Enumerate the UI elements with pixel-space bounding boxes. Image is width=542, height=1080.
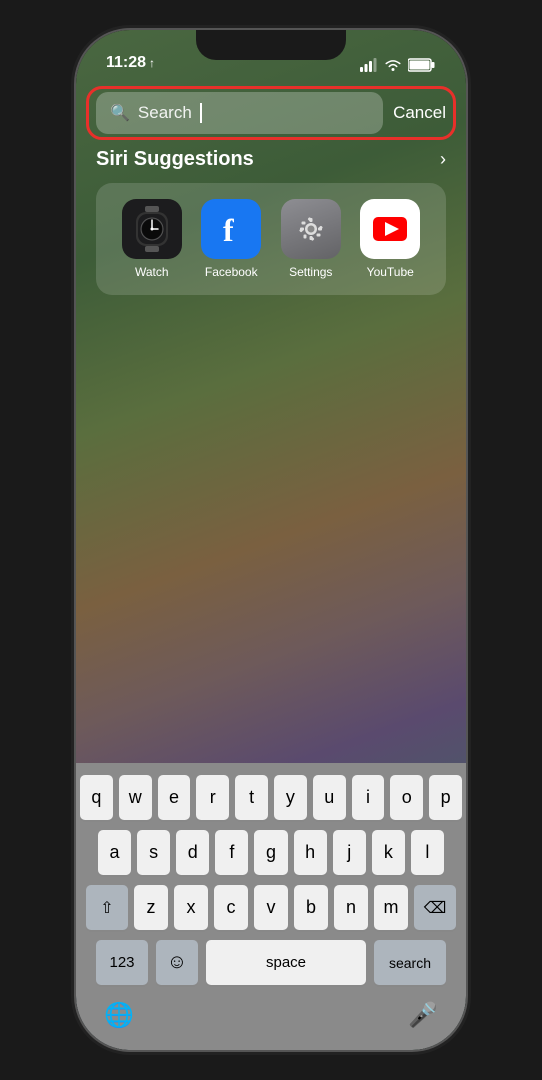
keyboard-row-5: 🌐 🎤 [80, 995, 462, 1030]
watch-app-icon [122, 199, 182, 259]
status-time: 11:28 ↑ [106, 54, 155, 72]
keyboard-row-4: 123 ☺ space search [80, 940, 462, 985]
search-input-placeholder[interactable]: Search [138, 103, 192, 123]
siri-suggestions-title: Siri Suggestions [96, 148, 254, 171]
location-arrow-icon: ↑ [149, 56, 155, 70]
phone-screen: 11:28 ↑ [76, 30, 466, 1050]
key-q[interactable]: q [80, 775, 113, 820]
app-item-youtube[interactable]: YouTube [354, 199, 426, 279]
status-icons [360, 58, 436, 72]
key-w[interactable]: w [119, 775, 152, 820]
key-z[interactable]: z [134, 885, 168, 930]
siri-app-grid: Watch f Facebook [96, 183, 446, 295]
keyboard-row-1: q w e r t y u i o p [80, 775, 462, 820]
key-b[interactable]: b [294, 885, 328, 930]
emoji-key[interactable]: ☺ [156, 940, 198, 985]
keyboard-row-3: ⇧ z x c v b n m ⌫ [80, 885, 462, 930]
key-x[interactable]: x [174, 885, 208, 930]
space-key[interactable]: space [206, 940, 366, 985]
facebook-app-label: Facebook [205, 265, 258, 279]
key-u[interactable]: u [313, 775, 346, 820]
delete-key[interactable]: ⌫ [414, 885, 456, 930]
key-r[interactable]: r [196, 775, 229, 820]
space-label: space [266, 954, 306, 971]
key-l[interactable]: l [411, 830, 444, 875]
key-j[interactable]: j [333, 830, 366, 875]
key-k[interactable]: k [372, 830, 405, 875]
facebook-app-icon: f [201, 199, 261, 259]
siri-more-chevron[interactable]: › [440, 149, 446, 170]
key-f[interactable]: f [215, 830, 248, 875]
key-s[interactable]: s [137, 830, 170, 875]
facebook-icon-graphic: f [211, 209, 251, 249]
wifi-icon [384, 58, 402, 72]
key-c[interactable]: c [214, 885, 248, 930]
mic-key[interactable]: 🎤 [408, 1001, 438, 1030]
number-key[interactable]: 123 [96, 940, 148, 985]
settings-icon-graphic [292, 210, 330, 248]
settings-app-icon [281, 199, 341, 259]
num-label: 123 [109, 954, 134, 971]
key-p[interactable]: p [429, 775, 462, 820]
search-magnifier-icon: 🔍 [110, 103, 130, 123]
youtube-icon-graphic [369, 213, 411, 245]
app-item-facebook[interactable]: f Facebook [195, 199, 267, 279]
watch-icon-graphic [132, 206, 172, 252]
key-o[interactable]: o [390, 775, 423, 820]
app-item-settings[interactable]: Settings [275, 199, 347, 279]
watch-app-label: Watch [135, 265, 169, 279]
cancel-button[interactable]: Cancel [393, 103, 446, 123]
youtube-app-label: YouTube [367, 265, 414, 279]
youtube-app-icon [360, 199, 420, 259]
search-label: search [389, 955, 431, 971]
key-e[interactable]: e [158, 775, 191, 820]
globe-key[interactable]: 🌐 [104, 1001, 134, 1030]
text-cursor [200, 103, 202, 123]
app-item-watch[interactable]: Watch [116, 199, 188, 279]
key-i[interactable]: i [352, 775, 385, 820]
key-h[interactable]: h [294, 830, 327, 875]
notch [196, 30, 346, 60]
shift-key[interactable]: ⇧ [86, 885, 128, 930]
search-key[interactable]: search [374, 940, 446, 985]
siri-suggestions-header: Siri Suggestions › [96, 148, 446, 171]
settings-app-label: Settings [289, 265, 332, 279]
time-display: 11:28 [106, 54, 146, 72]
key-a[interactable]: a [98, 830, 131, 875]
phone-frame: 11:28 ↑ [76, 30, 466, 1050]
keyboard: q w e r t y u i o p a s d f g h j k [76, 763, 466, 1050]
key-y[interactable]: y [274, 775, 307, 820]
svg-text:f: f [223, 212, 234, 248]
search-bar-container: 🔍 Search Cancel [96, 92, 446, 134]
key-d[interactable]: d [176, 830, 209, 875]
signal-icon [360, 58, 378, 72]
key-g[interactable]: g [254, 830, 287, 875]
battery-icon [408, 58, 436, 72]
keyboard-row-2: a s d f g h j k l [80, 830, 462, 875]
key-n[interactable]: n [334, 885, 368, 930]
key-t[interactable]: t [235, 775, 268, 820]
key-m[interactable]: m [374, 885, 408, 930]
search-bar[interactable]: 🔍 Search [96, 92, 383, 134]
key-v[interactable]: v [254, 885, 288, 930]
